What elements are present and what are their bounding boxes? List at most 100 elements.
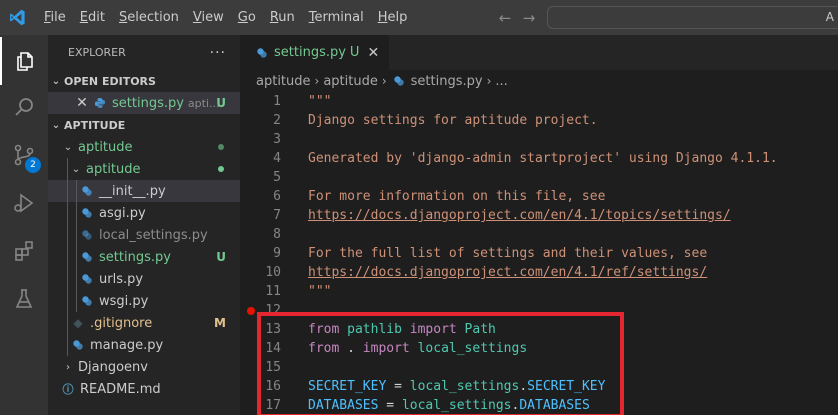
- back-arrow-icon[interactable]: ←: [497, 9, 513, 27]
- module-name: pathlib: [339, 322, 410, 337]
- folder-aptitude-outer[interactable]: ⌄ aptitude: [48, 136, 240, 158]
- file-settings[interactable]: settings.py U: [48, 246, 240, 268]
- line-number: 1: [273, 94, 281, 109]
- file-label: README.md: [80, 381, 161, 397]
- tab-settings[interactable]: settings.py U ✕: [240, 35, 390, 70]
- menu-go[interactable]: Go: [231, 5, 263, 31]
- source-control-badge: 2: [25, 157, 41, 173]
- testing-flask-icon[interactable]: [0, 275, 48, 323]
- open-editor-desc: apti...: [187, 96, 220, 110]
- constant: DATABASES: [308, 398, 379, 413]
- project-section[interactable]: ⌄ APTITUDE: [48, 114, 240, 136]
- constant: DATABASES: [519, 398, 590, 413]
- file-readme[interactable]: ⓘ README.md: [48, 378, 240, 400]
- menu-terminal[interactable]: Terminal: [302, 5, 371, 31]
- keyword: from: [308, 341, 340, 356]
- code-line: 10 https://docs.djangoproject.com/en/4.1/…: [240, 263, 838, 282]
- constant: SECRET_KEY: [308, 379, 387, 394]
- close-icon[interactable]: ✕: [367, 45, 379, 61]
- operator: =: [386, 379, 410, 394]
- extensions-icon[interactable]: [0, 227, 48, 275]
- command-center-text: A: [825, 10, 834, 24]
- menu-selection[interactable]: Selection: [112, 5, 186, 31]
- explorer-icon[interactable]: [0, 37, 48, 85]
- file-asgi[interactable]: asgi.py: [48, 202, 240, 224]
- code-text: from pathlib import Path: [308, 320, 496, 339]
- file-urls[interactable]: urls.py: [48, 268, 240, 290]
- code-editor[interactable]: 1 """ 2 Django settings for aptitude proje…: [240, 92, 838, 415]
- breadcrumb-item[interactable]: aptitude: [256, 74, 311, 89]
- breadcrumb-item[interactable]: settings.py: [411, 74, 483, 89]
- indent-guide: [67, 180, 68, 202]
- constant: SECRET_KEY: [527, 379, 606, 394]
- code-text: """: [308, 284, 332, 299]
- operator: .: [519, 379, 528, 394]
- line-number: 13: [265, 322, 281, 337]
- python-file-icon: [79, 183, 95, 199]
- close-icon[interactable]: ✕: [74, 95, 90, 111]
- indent-guide: [76, 268, 77, 290]
- code-text: SECRET_KEY = local_settings.SECRET_KEY: [308, 377, 605, 396]
- project-label: APTITUDE: [64, 118, 126, 132]
- folder-aptitude-inner[interactable]: ⌄ aptitude: [48, 158, 240, 180]
- more-actions-icon[interactable]: ···: [210, 45, 226, 61]
- code-line: 8: [240, 225, 838, 244]
- source-control-icon[interactable]: 2: [0, 131, 48, 179]
- python-file-icon: [79, 227, 95, 243]
- command-center-search[interactable]: A: [547, 6, 838, 29]
- code-text: """: [308, 94, 332, 109]
- file-gitignore[interactable]: ◆ .gitignore M: [48, 312, 240, 334]
- indent-guide: [76, 290, 77, 312]
- file-init[interactable]: __init__.py: [48, 180, 240, 202]
- chevron-down-icon: ⌄: [51, 119, 61, 131]
- line-number: 4: [273, 151, 281, 166]
- navigation-arrows: ← →: [497, 0, 537, 35]
- file-label: __init__.py: [99, 183, 166, 199]
- code-line: 14 from . import local_settings: [240, 339, 838, 358]
- python-file-icon: [79, 205, 95, 221]
- open-editors-section[interactable]: ⌄ OPEN EDITORS: [48, 70, 240, 92]
- file-manage[interactable]: manage.py: [48, 334, 240, 356]
- python-file-icon: [70, 337, 86, 353]
- run-debug-icon[interactable]: [0, 179, 48, 227]
- file-wsgi[interactable]: wsgi.py: [48, 290, 240, 312]
- operator: =: [378, 398, 402, 413]
- line-number: 2: [273, 113, 281, 128]
- line-number: 8: [273, 227, 281, 242]
- python-file-icon: [391, 73, 407, 89]
- open-editor-settings[interactable]: ✕ settings.py apti... U: [48, 92, 240, 114]
- title-bar: File Edit Selection View Go Run Terminal…: [0, 0, 838, 35]
- line-number: 7: [273, 208, 281, 223]
- menu-run[interactable]: Run: [263, 5, 302, 31]
- menu-help[interactable]: Help: [371, 5, 415, 31]
- activity-bar: 2: [0, 35, 48, 415]
- untracked-badge: U: [216, 96, 226, 110]
- python-file-icon: [254, 45, 270, 61]
- menu-file[interactable]: File: [37, 5, 73, 31]
- menu-view[interactable]: View: [186, 5, 231, 31]
- menu-edit[interactable]: Edit: [73, 5, 112, 31]
- folder-djangoenv[interactable]: › Djangoenv: [48, 356, 240, 378]
- python-file-icon: [79, 271, 95, 287]
- breadcrumb-item[interactable]: ...: [495, 74, 507, 89]
- file-local-settings[interactable]: local_settings.py: [48, 224, 240, 246]
- code-link[interactable]: https://docs.djangoproject.com/en/4.1/to…: [308, 206, 731, 225]
- file-label: .gitignore: [90, 315, 153, 331]
- search-icon[interactable]: [0, 83, 48, 131]
- keyword: from: [308, 322, 340, 337]
- code-line: 1 """: [240, 92, 838, 111]
- code-line: 12: [240, 301, 838, 320]
- code-line: 11 """: [240, 282, 838, 301]
- git-file-icon: ◆: [73, 316, 83, 330]
- code-link[interactable]: https://docs.djangoproject.com/en/4.1/re…: [308, 263, 707, 282]
- indent-guide: [67, 202, 68, 224]
- line-number: 16: [265, 379, 281, 394]
- indent-guide: [67, 224, 68, 246]
- forward-arrow-icon[interactable]: →: [521, 9, 537, 27]
- folder-label: Djangoenv: [78, 359, 148, 375]
- chevron-right-icon: ›: [381, 74, 387, 88]
- breadcrumb-item[interactable]: aptitude: [323, 74, 378, 89]
- code-text: DATABASES = local_settings.DATABASES: [308, 396, 590, 415]
- file-label: urls.py: [99, 271, 144, 287]
- chevron-down-icon: ⌄: [71, 163, 81, 175]
